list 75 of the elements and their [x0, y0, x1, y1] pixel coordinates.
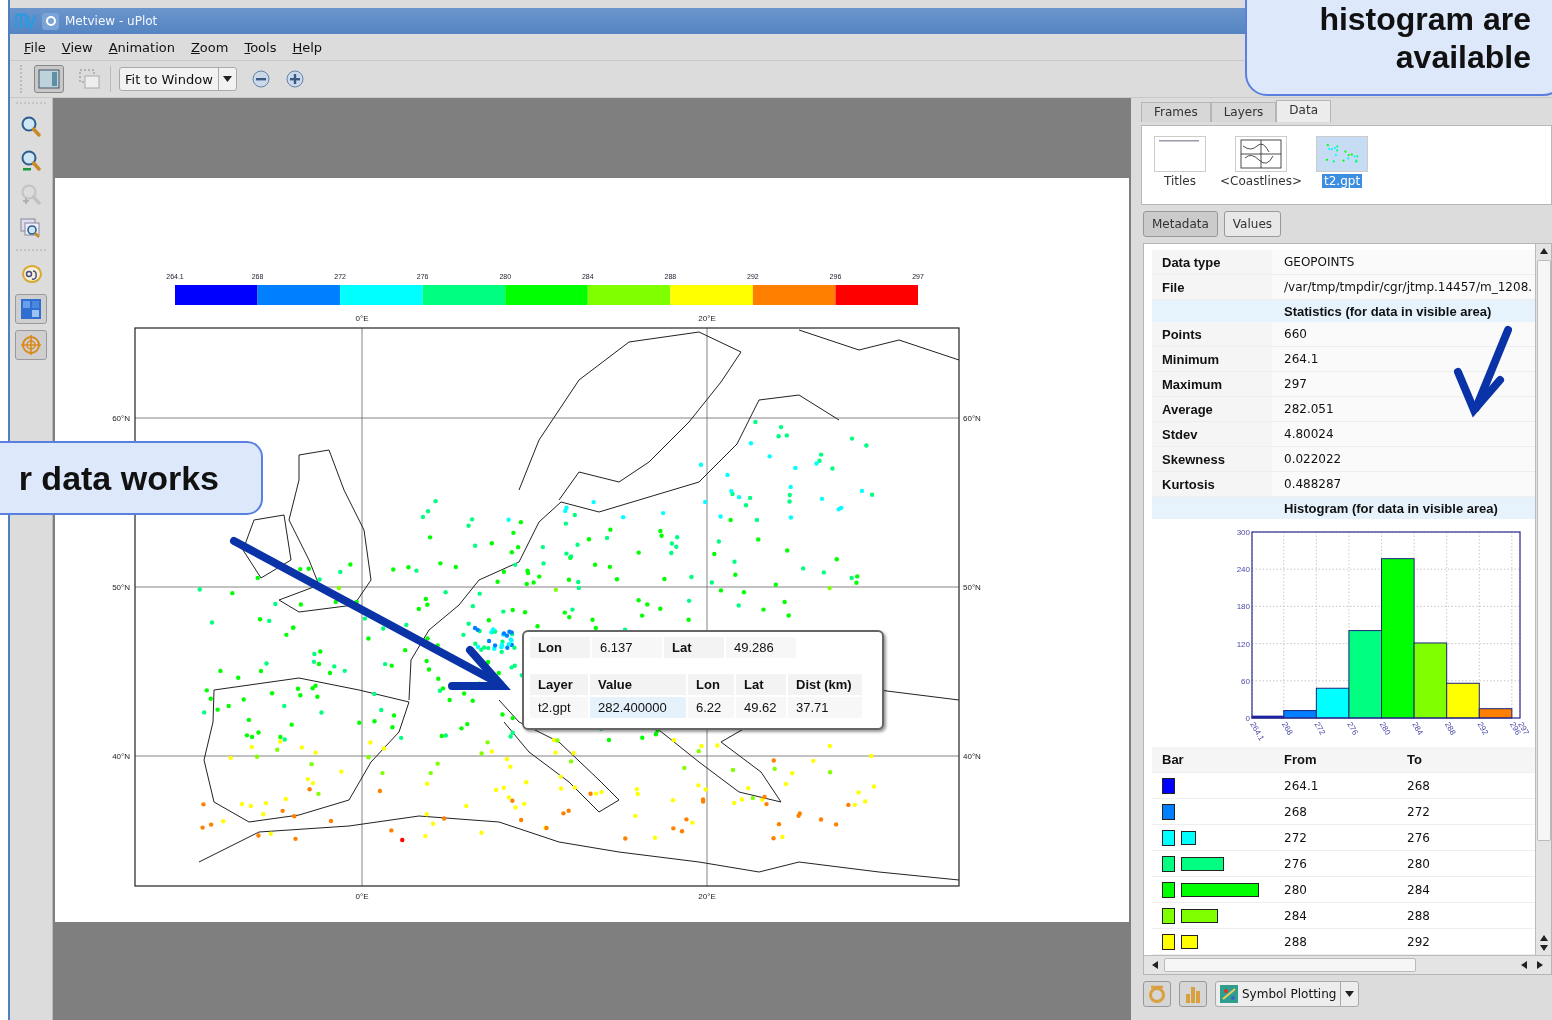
table-cell-text: 288	[1406, 908, 1431, 923]
coordinate-value: 49.286	[726, 637, 796, 658]
coordinate-value: 6.137	[592, 637, 662, 658]
x-tick-label: 292	[1475, 720, 1490, 737]
latitude-label: 40°N	[963, 752, 981, 761]
coordinate-label: Lon	[530, 637, 590, 658]
latitude-label: 50°N	[963, 583, 981, 592]
y-tick-label: 120	[1236, 639, 1250, 649]
column-header: Lat	[736, 674, 786, 695]
longitude-label: 0°E	[355, 892, 369, 901]
table-cell-text: 276	[1406, 830, 1431, 845]
x-tick-label: 280	[1377, 720, 1393, 737]
y-tick-label: 240	[1236, 565, 1250, 575]
metadata-label: Minimum	[1152, 347, 1272, 371]
metadata-value: 0.022022	[1272, 447, 1535, 471]
table-cell-text: 268	[1406, 778, 1431, 793]
column-header: Lon	[688, 674, 734, 695]
latitude-label: 40°N	[112, 752, 130, 761]
metadata-value: /var/tmp/tmpdir/cgr/jtmp.14457/m_1208.	[1272, 275, 1535, 299]
x-tick-label: 276	[1345, 720, 1360, 737]
metadata-value: 660	[1272, 322, 1535, 346]
x-tick-label: 284	[1410, 720, 1425, 737]
metadata-label: Data type	[1152, 250, 1272, 274]
x-tick-label: 268	[1280, 720, 1295, 737]
table-cell-text: 276	[1283, 856, 1308, 871]
coordinate-label: Lat	[664, 637, 724, 658]
table-cell-text: 292	[1406, 934, 1431, 949]
metadata-label: Kurtosis	[1152, 472, 1272, 496]
y-tick-label: 60	[1241, 676, 1250, 686]
table-cell-text: 280	[1406, 856, 1431, 871]
window-title: Metview - uPlot	[65, 14, 158, 28]
column-header: Value	[590, 674, 686, 695]
table-cell: 282.400000	[590, 697, 686, 718]
metadata-value: GEOPOINTS	[1272, 250, 1535, 274]
column-header: Layer	[530, 674, 588, 695]
latitude-label: 50°N	[112, 583, 130, 592]
longitude-label: 20°E	[698, 892, 716, 901]
longitude-label: 0°E	[355, 314, 369, 323]
table-cell-text: 284	[1406, 882, 1431, 897]
table-cell-text: 272	[1283, 830, 1308, 845]
table-cell: 49.62	[736, 697, 786, 718]
table-cell-text: 264.1	[1283, 778, 1320, 793]
latitude-label: 60°N	[112, 414, 130, 423]
table-cell: 37.71	[788, 697, 862, 718]
metadata-label: Skewness	[1152, 447, 1272, 471]
section-header: Statistics (for data in visible area)	[1152, 300, 1535, 322]
metadata-value: 297	[1272, 372, 1535, 396]
table-cell-text: 268	[1283, 804, 1308, 819]
metadata-label: Stdev	[1152, 422, 1272, 446]
table-cell-text: 288	[1283, 934, 1308, 949]
section-header: Histogram (for data in visible area)	[1152, 497, 1535, 519]
column-header: Dist (km)	[788, 674, 862, 695]
metadata-label: Average	[1152, 397, 1272, 421]
y-tick-label: 0	[1245, 714, 1250, 723]
metadata-value: 282.051	[1272, 397, 1535, 421]
metadata-value: 0.488287	[1272, 472, 1535, 496]
x-tick-label: 272	[1312, 720, 1328, 737]
y-tick-label: 180	[1236, 602, 1250, 612]
callout-text: r data works	[18, 458, 219, 498]
table-cell-text: 272	[1406, 804, 1431, 819]
metadata-label: Maximum	[1152, 372, 1272, 396]
table-cell-text: 280	[1283, 882, 1308, 897]
y-tick-label: 300	[1236, 528, 1250, 537]
table-cell-text: 284	[1283, 908, 1308, 923]
metadata-value: 4.80024	[1272, 422, 1535, 446]
longitude-label: 20°E	[698, 314, 716, 323]
metadata-label: Points	[1152, 322, 1272, 346]
table-cell: t2.gpt	[530, 697, 588, 718]
table-cell: 6.22	[688, 697, 734, 718]
x-tick-label: 288	[1442, 720, 1458, 737]
metadata-label: File	[1152, 275, 1272, 299]
metadata-value: 264.1	[1272, 347, 1535, 371]
callout-text: histogram are	[1319, 0, 1531, 38]
callout-text: available	[1395, 38, 1531, 76]
latitude-label: 60°N	[963, 414, 981, 423]
